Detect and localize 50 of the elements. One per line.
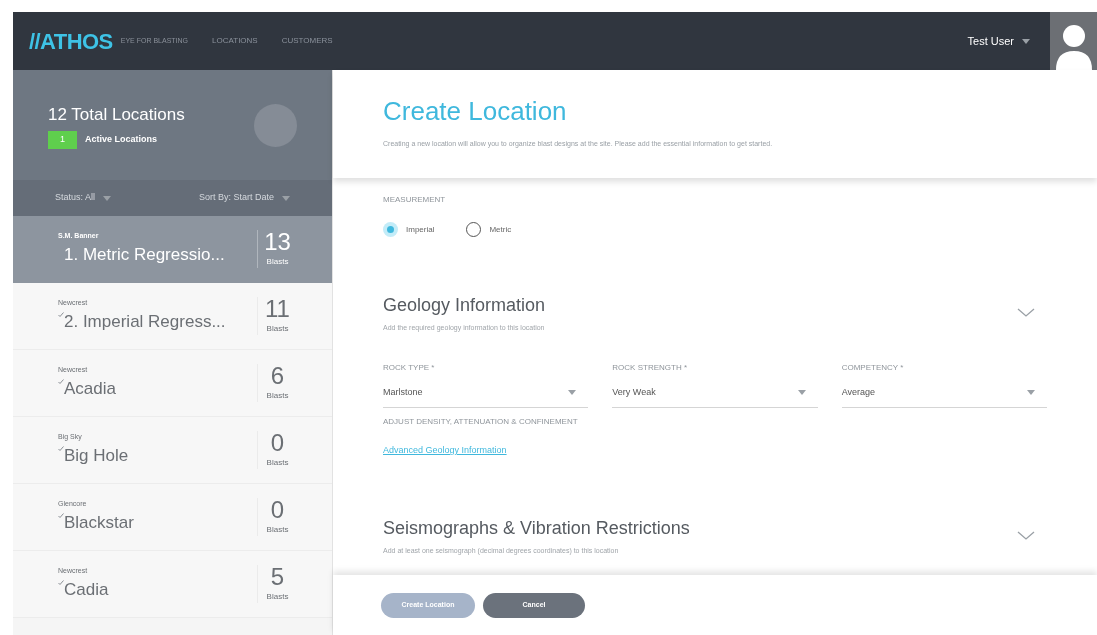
blast-count: 13 (264, 230, 291, 254)
caret-icon (1027, 389, 1035, 395)
filter-dropdown[interactable]: Status: All (55, 191, 112, 205)
location-name: Cadia (64, 578, 109, 601)
measurement-label: MEASUREMENT (383, 194, 447, 206)
filter-dropdown[interactable]: Sort By: Start Date (198, 191, 290, 205)
field-label: ROCK TYPE * (383, 361, 436, 374)
blast-unit: Blasts (266, 390, 289, 402)
select-field[interactable]: Marlstone (383, 385, 589, 408)
caret-icon (568, 389, 577, 395)
location-name: Big Hole (64, 444, 129, 467)
active-count: 1 (48, 131, 77, 149)
page-title: Create Location (383, 95, 568, 128)
caret-icon (1022, 38, 1030, 44)
nav-link[interactable]: CUSTOMERS (281, 35, 333, 47)
avatar[interactable] (1050, 12, 1097, 70)
field-label: COMPETENCY * (841, 361, 905, 374)
select-field[interactable]: Very Weak (612, 385, 818, 408)
radio-label: Imperial (406, 223, 435, 236)
blast-unit: Blasts (266, 256, 289, 268)
blast-unit: Blasts (266, 457, 289, 469)
blast-count: 11 (265, 297, 290, 321)
caret-icon (103, 195, 112, 201)
location-name: 2. Imperial Regress... (64, 310, 226, 333)
location-name: Blackstar (64, 511, 134, 534)
caret-icon (282, 195, 290, 201)
nav-link[interactable]: LOCATIONS (212, 35, 258, 47)
select-field[interactable]: Average (841, 385, 1047, 408)
blast-count: 0 (270, 498, 285, 522)
user-menu[interactable]: Test User (967, 32, 1030, 50)
caret-icon (797, 389, 806, 395)
section-title: Geology Information (383, 294, 546, 317)
chevron-icon[interactable] (1017, 307, 1035, 318)
chevron-icon[interactable] (1017, 530, 1035, 541)
blast-unit: Blasts (266, 524, 289, 536)
radio-button[interactable] (383, 222, 398, 237)
location-name: 1. Metric Regressio... (64, 243, 225, 266)
section-title: Seismographs & Vibration Restrictions (383, 517, 690, 540)
blast-unit: Blasts (266, 323, 289, 335)
total-locations: 12 Total Locations (48, 103, 185, 126)
adjust-label: ADJUST DENSITY, ATTENUATION & CONFINEMENT (383, 416, 579, 428)
active-label: Active Locations (85, 133, 158, 146)
location-name: Acadia (64, 377, 116, 400)
field-label: ROCK STRENGTH * (612, 361, 688, 374)
blast-count: 5 (270, 565, 285, 589)
blast-count: 0 (270, 431, 285, 455)
radio-label: Metric (489, 223, 512, 236)
blast-count: 6 (270, 364, 285, 388)
blast-unit: Blasts (266, 591, 289, 603)
logo[interactable]: //ATHOS (29, 24, 113, 58)
